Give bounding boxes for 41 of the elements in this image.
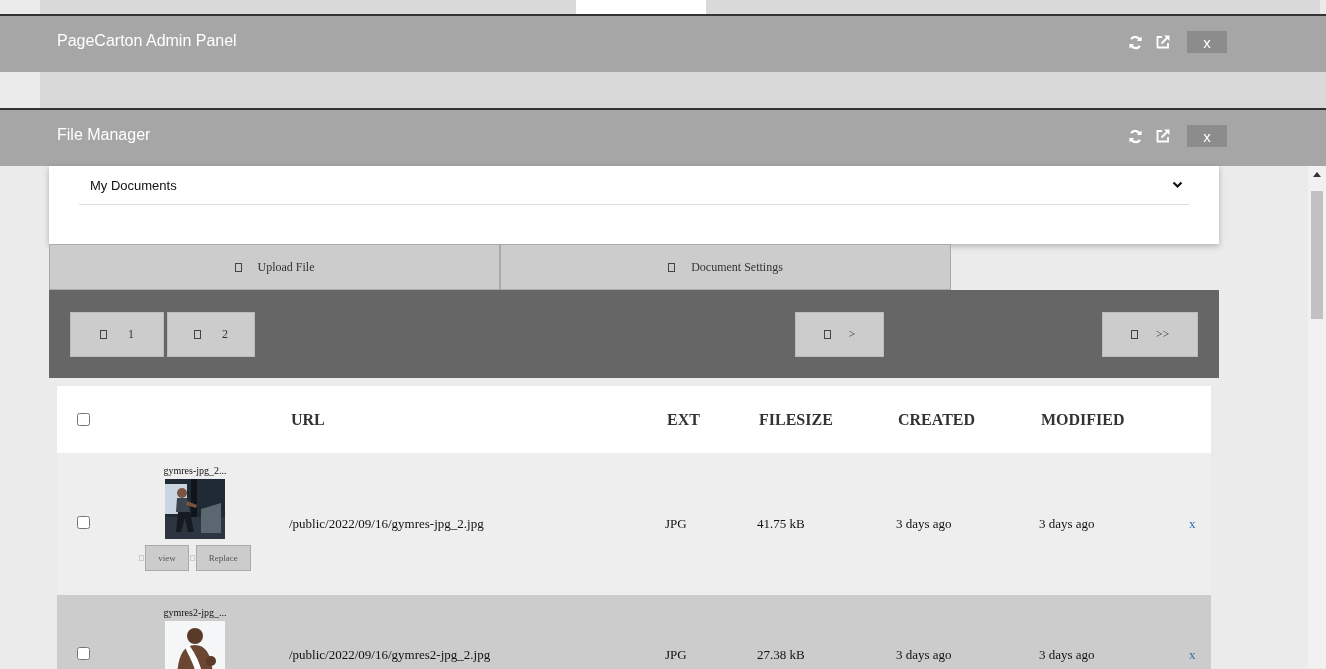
delete-link[interactable]: x — [1185, 516, 1196, 532]
refresh-icon[interactable] — [1128, 128, 1143, 144]
file-url: /public/2022/09/16/gymres2-jpg_2.jpg — [289, 647, 491, 663]
page-button[interactable]: 2 — [167, 311, 255, 357]
modified-date: 3 days ago — [1039, 647, 1095, 663]
next-page-button[interactable]: > — [795, 311, 884, 357]
file-url: /public/2022/09/16/gymres-jpg_2.jpg — [289, 516, 484, 532]
row-action-button[interactable]: Replace — [195, 545, 251, 571]
row-checkbox[interactable] — [77, 647, 90, 660]
file-size: 27.38 kB — [757, 647, 805, 663]
column-header: FILESIZE — [759, 410, 833, 429]
file-extension: JPG — [665, 516, 687, 532]
external-link-icon[interactable] — [1155, 34, 1171, 50]
scrollbar-thumb[interactable] — [1311, 191, 1323, 319]
chevron-down-icon — [1172, 181, 1183, 189]
column-header: MODIFIED — [1041, 410, 1125, 429]
window-title: File Manager — [57, 126, 151, 144]
file-name: gymres-jpg_2... — [163, 465, 227, 476]
window-title: PageCarton Admin Panel — [57, 32, 237, 50]
page-button[interactable]: 1 — [70, 311, 164, 357]
scroll-up-icon[interactable] — [1313, 172, 1321, 177]
modified-date: 3 days ago — [1039, 516, 1095, 532]
column-header: URL — [291, 410, 325, 429]
created-date: 3 days ago — [896, 516, 952, 532]
created-date: 3 days ago — [896, 647, 952, 663]
action-button[interactable]: Upload File — [49, 244, 500, 290]
row-action-button[interactable]: view — [145, 545, 189, 571]
column-header: EXT — [667, 410, 700, 429]
folder-select[interactable]: My Documents — [79, 166, 1189, 205]
file-extension: JPG — [665, 647, 687, 663]
column-header: CREATED — [898, 410, 976, 429]
scrollbar[interactable] — [1308, 166, 1326, 668]
last-page-button[interactable]: >> — [1102, 311, 1198, 357]
row-checkbox[interactable] — [77, 516, 90, 529]
refresh-icon[interactable] — [1128, 34, 1143, 50]
file-name: gymres2-jpg_... — [163, 607, 227, 618]
select-all-checkbox[interactable] — [77, 413, 90, 426]
file-size: 41.75 kB — [757, 516, 805, 532]
external-link-icon[interactable] — [1155, 128, 1171, 144]
delete-link[interactable]: x — [1185, 647, 1196, 663]
action-button[interactable]: Document Settings — [500, 244, 951, 290]
